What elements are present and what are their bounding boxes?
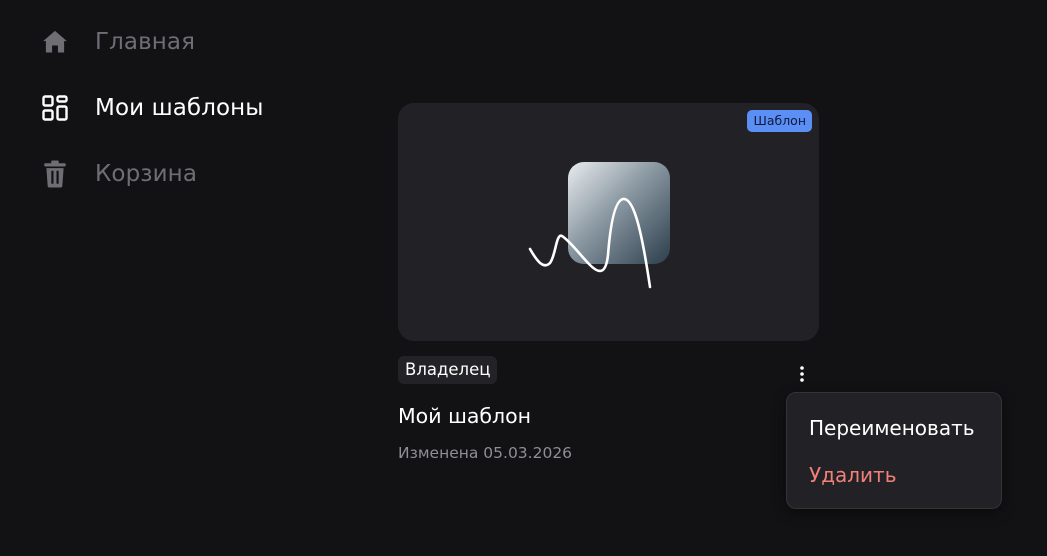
sidebar-item-label: Главная: [95, 29, 196, 55]
delete-menu-item[interactable]: Удалить: [809, 463, 897, 487]
sidebar-item-trash[interactable]: Корзина: [40, 154, 197, 194]
grid-icon: [40, 93, 70, 123]
template-card-preview[interactable]: Шаблон: [398, 103, 819, 341]
context-menu: Переименовать Удалить: [786, 392, 1002, 509]
template-badge: Шаблон: [747, 110, 812, 132]
template-title[interactable]: Мой шаблон: [398, 404, 531, 428]
trash-icon: [40, 159, 70, 189]
more-options-button[interactable]: [790, 364, 814, 388]
home-icon: [40, 27, 70, 57]
modified-date: Изменена 05.03.2026: [398, 444, 573, 462]
template-thumbnail: [528, 162, 670, 289]
sidebar-item-label: Мои шаблоны: [95, 95, 264, 121]
rename-menu-item[interactable]: Переименовать: [809, 416, 975, 440]
sidebar-item-home[interactable]: Главная: [40, 22, 195, 62]
sidebar: Главная Мои шаблоны Корзина: [0, 0, 340, 556]
owner-badge: Владелец: [398, 356, 498, 384]
sidebar-item-label: Корзина: [95, 161, 198, 187]
sidebar-item-my-templates[interactable]: Мои шаблоны: [40, 88, 264, 128]
more-vertical-icon: [799, 365, 805, 387]
